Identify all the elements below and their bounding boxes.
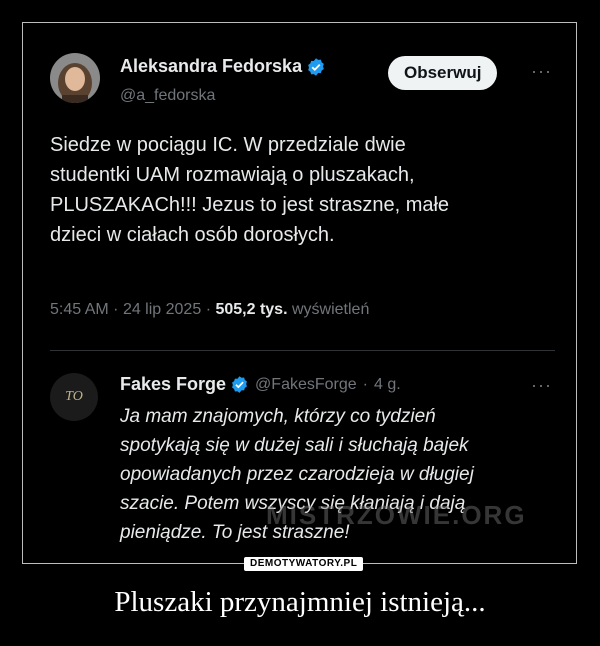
tweet-meta: 5:45 AM · 24 lip 2025 · 505,2 tys. wyświ…: [50, 301, 369, 319]
poster-caption: Pluszaki przynajmniej istnieją...: [114, 586, 486, 618]
meta-separator: ·: [113, 301, 119, 318]
reply-avatar-text: TO: [65, 389, 83, 404]
verified-badge-icon: [308, 57, 324, 76]
reply-author-handle[interactable]: @FakesForge: [255, 376, 357, 394]
divider: [50, 350, 555, 351]
reply-author-avatar[interactable]: TO: [50, 373, 98, 421]
tweet-text: Siedze w pociągu IC. W przedziale dwie s…: [50, 134, 450, 246]
views-label: wyświetleń: [291, 301, 370, 318]
reply-author-name[interactable]: Fakes Forge: [120, 374, 226, 395]
author-avatar[interactable]: [50, 53, 100, 103]
author-name-row: Aleksandra Fedorska: [120, 56, 326, 77]
reply-more-options-icon[interactable]: ···: [531, 375, 552, 396]
more-options-icon[interactable]: ···: [531, 61, 552, 82]
tweet-time[interactable]: 5:45 AM: [50, 301, 109, 318]
meta-separator: ·: [205, 301, 212, 318]
site-logo[interactable]: DEMOTYWATORY.PL: [244, 557, 364, 571]
tweet-date[interactable]: 24 lip 2025: [123, 301, 201, 318]
reply-age[interactable]: 4 g.: [374, 376, 401, 394]
views-count: 505,2 tys.: [215, 301, 288, 318]
author-name[interactable]: Aleksandra Fedorska: [120, 56, 302, 77]
verified-badge-icon: [232, 376, 247, 393]
watermark: MISTRZOWIE.ORG: [266, 500, 527, 530]
tweet-screenshot: Aleksandra Fedorska @a_fedorska Obserwuj…: [28, 28, 571, 558]
author-handle[interactable]: @a_fedorska: [120, 87, 215, 105]
meta-separator: ·: [362, 375, 368, 393]
reply-header: Fakes Forge @FakesForge · 4 g.: [120, 374, 401, 395]
follow-button[interactable]: Obserwuj: [388, 56, 498, 90]
